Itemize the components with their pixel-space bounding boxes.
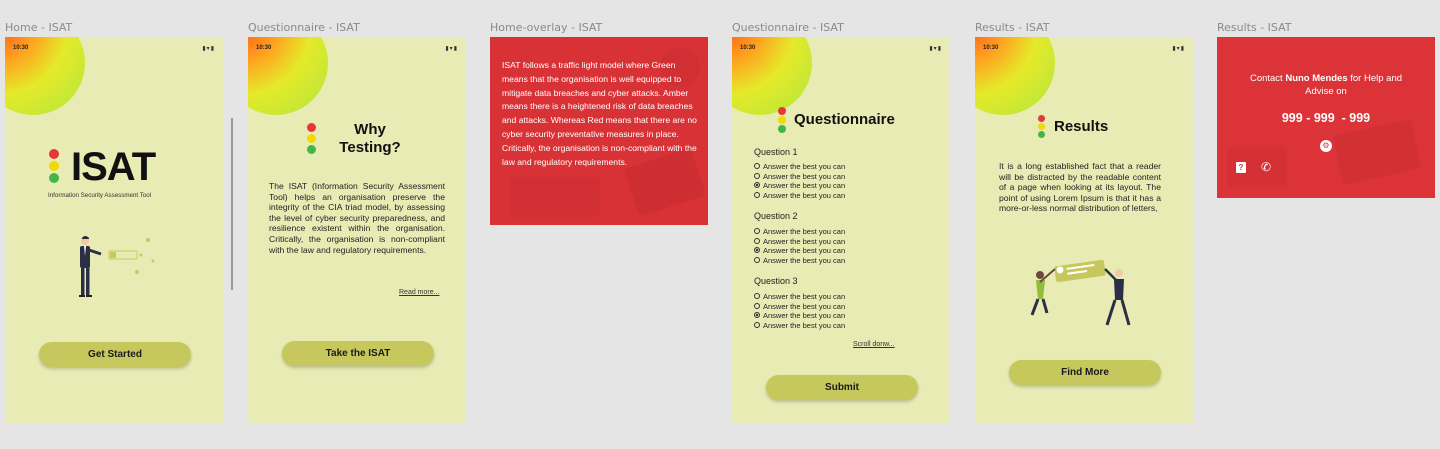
page-title: Why Testing? (339, 121, 401, 156)
questionnaire-frame: 10:30 ▮▾▮ Questionnaire Question 1 Answe… (732, 37, 950, 423)
answer-option[interactable]: Answer the best you can (754, 256, 845, 266)
status-time: 10:30 (740, 45, 756, 51)
answer-option-selected[interactable]: Answer the best you can (754, 246, 845, 256)
answer-option[interactable]: Answer the best you can (754, 227, 845, 237)
answer-option[interactable]: Answer the best you can (754, 162, 845, 172)
canvas-scrollbar[interactable] (231, 118, 233, 290)
status-icons: ▮▾▮ (1172, 46, 1185, 52)
answer-option-selected[interactable]: Answer the best you can (754, 311, 845, 321)
question-label: Question 3 (754, 276, 798, 286)
frame-label-results-1: Results - ISAT (975, 21, 1050, 34)
page-title: Questionnaire (794, 111, 895, 128)
help-chat-icon[interactable]: ? (1236, 162, 1246, 173)
app-title: ISAT (71, 145, 156, 189)
overlay-text: ISAT follows a traffic light model where… (502, 60, 697, 167)
scroll-down-link[interactable]: Scroll donw... (853, 341, 895, 348)
answer-option[interactable]: Answer the best you can (754, 191, 845, 201)
answer-option-selected[interactable]: Answer the best you can (754, 181, 845, 191)
status-time: 10:30 (983, 45, 999, 51)
why-body-text: The ISAT (Information Security Assessmen… (269, 181, 445, 255)
traffic-light-icon (778, 107, 786, 133)
contact-phone: 999 - 999 - 999 (1281, 111, 1371, 125)
answer-option[interactable]: Answer the best you can (754, 292, 845, 302)
traffic-light-icon (307, 123, 316, 154)
frame-label-home: Home - ISAT (5, 21, 73, 34)
frame-label-results-2: Results - ISAT (1217, 21, 1292, 34)
find-more-button[interactable]: Find More (1009, 360, 1161, 385)
page-title: Results (1054, 118, 1109, 135)
take-isat-button[interactable]: Take the ISAT (282, 341, 434, 366)
results-frame: 10:30 ▮▾▮ Results It is a long establish… (975, 37, 1193, 423)
status-icons: ▮▾▮ (929, 46, 942, 52)
businessman-illustration (79, 236, 155, 297)
team-celebration-illustration (1030, 259, 1131, 326)
home-frame: 10:30 ▮▾▮ ISAT Information Security Asse… (5, 37, 223, 423)
traffic-light-icon (49, 149, 59, 183)
get-started-button[interactable]: Get Started (39, 342, 191, 367)
answer-option[interactable]: Answer the best you can (754, 321, 845, 331)
add-call-icon[interactable]: ✆ (1261, 160, 1271, 174)
submit-button[interactable]: Submit (766, 375, 918, 400)
help-brain-icon[interactable]: ⚙ (1320, 140, 1332, 152)
frame-label-questionnaire-2: Questionnaire - ISAT (732, 21, 844, 34)
question-label: Question 2 (754, 211, 798, 221)
frame-label-home-overlay: Home-overlay - ISAT (490, 21, 603, 34)
traffic-light-icon (1038, 115, 1045, 138)
status-time: 10:30 (13, 45, 29, 51)
app-subtitle: Information Security Assessment Tool (48, 192, 152, 199)
status-icons: ▮▾▮ (202, 46, 215, 52)
why-testing-frame: 10:30 ▮▾▮ Why Testing? The ISAT (Informa… (248, 37, 466, 423)
status-time: 10:30 (256, 45, 272, 51)
results-body-text: It is a long established fact that a rea… (999, 161, 1161, 214)
read-more-link[interactable]: Read more... (399, 289, 439, 296)
frame-label-questionnaire-1: Questionnaire - ISAT (248, 21, 360, 34)
question-label: Question 1 (754, 147, 798, 157)
answer-option[interactable]: Answer the best you can (754, 172, 845, 182)
status-icons: ▮▾▮ (445, 46, 458, 52)
contact-name: Nuno Mendes (1285, 73, 1348, 84)
results-contact-frame: Contact Nuno Mendes for Help and Advise … (1217, 37, 1435, 198)
contact-text: Contact Nuno Mendes for Help and Advise … (1249, 73, 1403, 97)
answer-option[interactable]: Answer the best you can (754, 237, 845, 247)
home-overlay-frame: ISAT follows a traffic light model where… (490, 37, 708, 225)
answer-option[interactable]: Answer the best you can (754, 302, 845, 312)
